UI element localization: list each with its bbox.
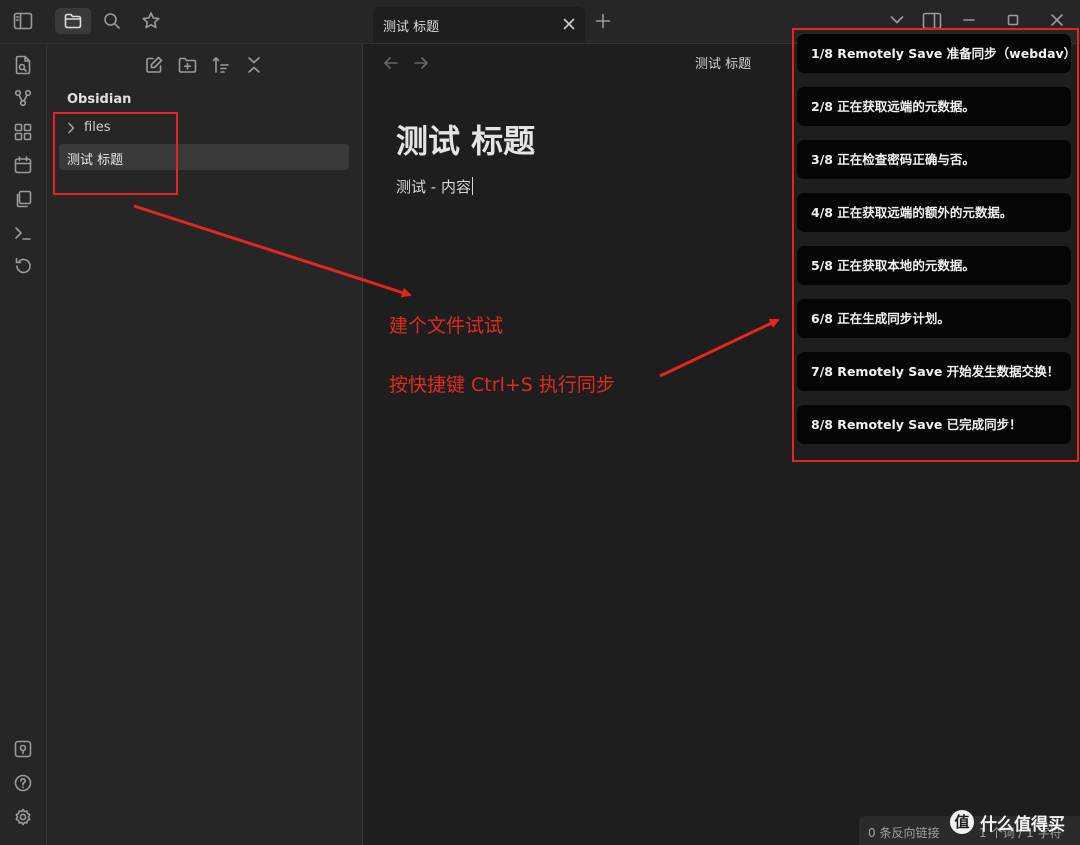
arrow-to-notices [659, 318, 780, 378]
annotation-arrows [133, 204, 780, 378]
watermark-text: 什么值得买 [980, 815, 1065, 835]
arrow-to-annotation [133, 204, 412, 298]
watermark-logo-icon: 值 [950, 810, 974, 834]
